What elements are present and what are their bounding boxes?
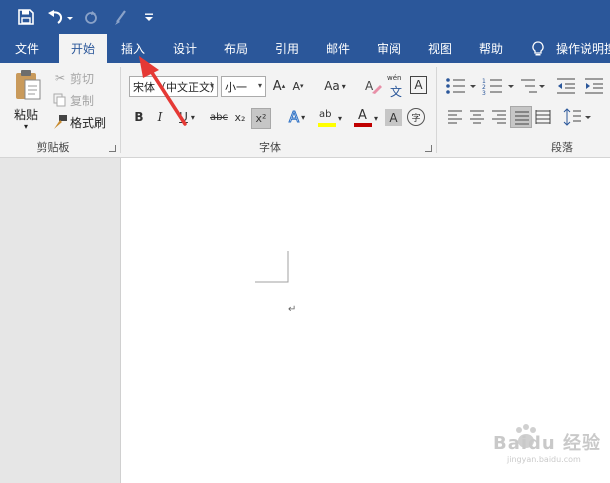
word-window: 文件 开始 插入 设计 布局 引用 邮件 审阅 视图 帮助 操作说明搜 粘贴 ▾… (0, 0, 610, 483)
annotation-arrow (139, 56, 187, 126)
